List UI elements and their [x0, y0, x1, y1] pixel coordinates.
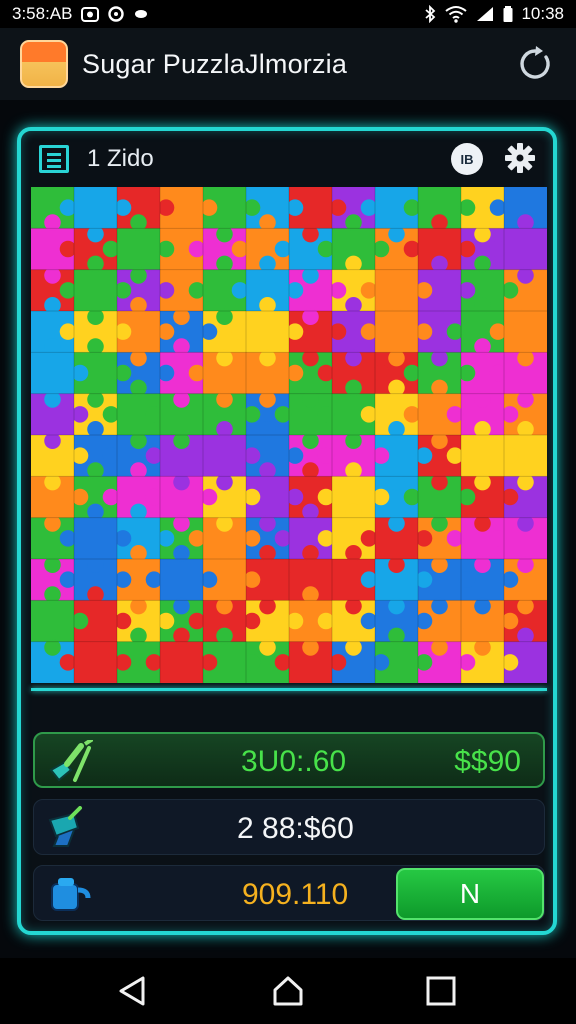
status-right: 10:38 — [423, 4, 564, 24]
row1-value: 3U0:.60 — [241, 745, 347, 778]
confirm-button[interactable]: N — [396, 868, 544, 920]
battery-icon — [503, 6, 513, 22]
puzzle-piece[interactable] — [246, 311, 290, 353]
puzzle-piece[interactable] — [74, 187, 118, 229]
wifi-icon — [445, 6, 468, 23]
app-logo — [20, 40, 68, 88]
row3-value: 909.110 — [242, 878, 349, 911]
stats-row-1[interactable]: 3U0:.60 $$90 — [33, 732, 545, 788]
sync-icon — [107, 6, 124, 22]
camera-icon — [80, 7, 99, 22]
puzzle-piece[interactable] — [461, 435, 505, 477]
panel-header: 1 Zido IB — [21, 131, 553, 187]
puzzle-piece[interactable] — [160, 559, 204, 601]
puzzle-piece[interactable] — [203, 435, 247, 477]
menu-icon[interactable] — [39, 145, 69, 173]
status-left: 3:58:AB — [12, 4, 149, 24]
puzzle-board[interactable] — [31, 187, 547, 683]
row1-right-value: $$90 — [454, 745, 521, 778]
gear-icon[interactable] — [503, 141, 537, 175]
level-badge[interactable]: IB — [451, 143, 483, 175]
puzzle-grid[interactable] — [31, 187, 547, 683]
hammer-icon — [48, 806, 82, 847]
puzzle-piece[interactable] — [375, 269, 419, 312]
recents-icon[interactable] — [424, 974, 458, 1008]
puzzle-piece[interactable] — [504, 228, 547, 271]
bluetooth-icon — [425, 5, 436, 23]
row2-value: 2 88:$60 — [237, 812, 354, 845]
puzzle-panel: 1 Zido IB 3U0:.60 $$90 2 88:$60 909.110 … — [17, 127, 557, 935]
board-divider — [31, 688, 547, 691]
status-bar: 3:58:AB 10:38 — [0, 0, 576, 28]
app-title: Sugar PuzzlaJlmorzia — [82, 48, 348, 79]
stats-row-3[interactable]: 909.110 N — [33, 865, 545, 921]
level-title: 1 Zido — [87, 145, 154, 172]
home-icon[interactable] — [271, 974, 305, 1008]
puzzle-piece[interactable] — [74, 641, 118, 683]
notification-icon — [134, 10, 147, 18]
nav-bar — [0, 958, 576, 1024]
puzzle-piece[interactable] — [117, 228, 161, 271]
puzzle-piece[interactable] — [74, 517, 118, 560]
app-bar: Sugar PuzzlaJlmorzia — [0, 28, 576, 100]
puzzle-piece[interactable] — [160, 641, 204, 683]
status-left-text: 3:58:AB — [12, 4, 73, 23]
stats-row-2[interactable]: 2 88:$60 — [33, 799, 545, 855]
puzzle-piece[interactable] — [31, 600, 75, 643]
refresh-icon[interactable] — [516, 45, 554, 83]
status-time: 10:38 — [521, 4, 564, 23]
bucket-icon — [51, 878, 91, 911]
puzzle-piece[interactable] — [31, 352, 75, 395]
back-icon[interactable] — [116, 974, 150, 1008]
wrench-icon — [49, 740, 93, 782]
signal-icon — [477, 7, 494, 21]
puzzle-piece[interactable] — [74, 269, 118, 312]
